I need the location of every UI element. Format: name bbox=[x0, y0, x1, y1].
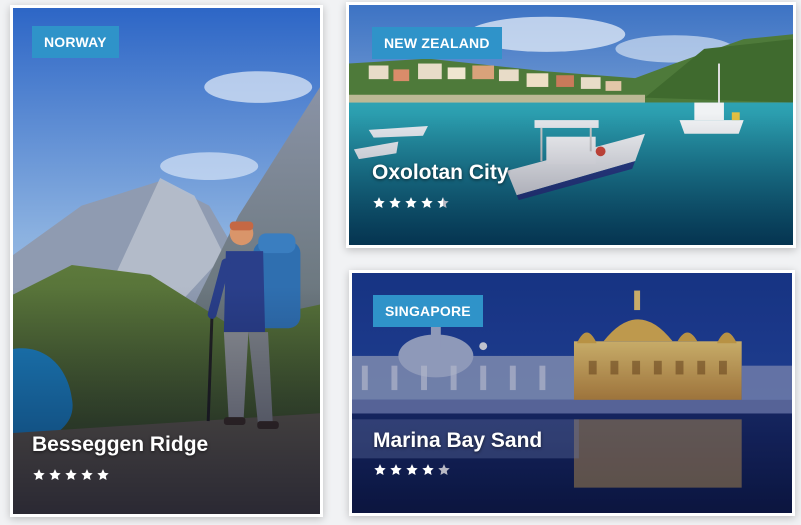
star-icon bbox=[65, 469, 77, 481]
rating-stars bbox=[32, 468, 110, 482]
country-badge: NORWAY bbox=[32, 26, 119, 58]
destination-title: Oxolotan City bbox=[372, 161, 509, 184]
country-badge: SINGAPORE bbox=[373, 295, 483, 327]
destination-card-norway[interactable]: NORWAY Besseggen Ridge bbox=[10, 5, 323, 517]
star-icon bbox=[438, 464, 450, 476]
country-badge: NEW ZEALAND bbox=[372, 27, 502, 59]
star-icon bbox=[374, 464, 386, 476]
destination-card-singapore[interactable]: SINGAPORE Marina Bay Sand bbox=[349, 270, 795, 516]
star-icon bbox=[373, 197, 385, 209]
star-icon bbox=[97, 469, 109, 481]
star-icon bbox=[437, 197, 449, 209]
star-icon bbox=[422, 464, 434, 476]
star-icon bbox=[49, 469, 61, 481]
star-icon bbox=[33, 469, 45, 481]
destination-title: Marina Bay Sand bbox=[373, 429, 543, 452]
star-icon bbox=[390, 464, 402, 476]
star-icon bbox=[405, 197, 417, 209]
star-icon bbox=[406, 464, 418, 476]
rating-stars bbox=[372, 196, 450, 210]
star-icon bbox=[81, 469, 93, 481]
star-icon bbox=[421, 197, 433, 209]
rating-stars bbox=[373, 463, 451, 477]
destination-title: Besseggen Ridge bbox=[32, 433, 209, 456]
star-icon bbox=[389, 197, 401, 209]
destination-card-new-zealand[interactable]: NEW ZEALAND Oxolotan City bbox=[346, 2, 796, 248]
